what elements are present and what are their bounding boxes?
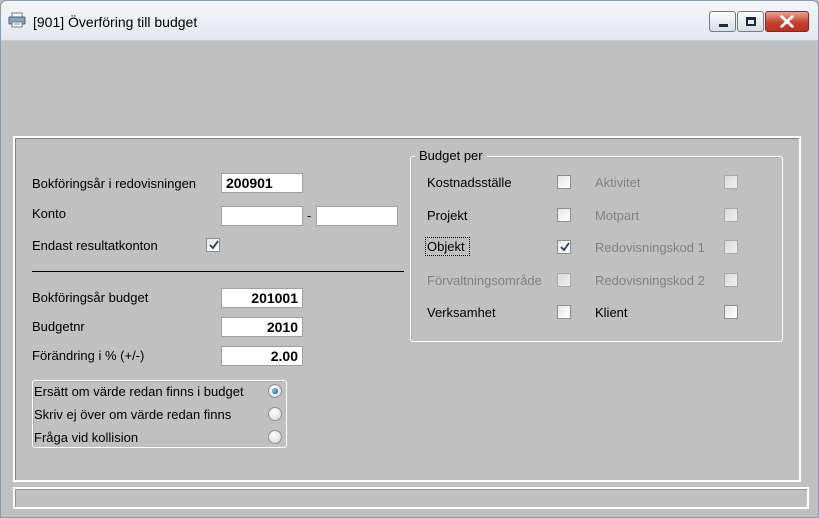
forandring-input[interactable]: 2.00 — [221, 346, 303, 366]
projekt-label: Projekt — [427, 208, 468, 223]
objekt-focus-outline — [425, 237, 470, 256]
motpart-label: Motpart — [595, 208, 640, 223]
maximize-button[interactable] — [737, 11, 764, 32]
close-button[interactable] — [765, 11, 809, 32]
konto-from-input[interactable] — [221, 206, 303, 226]
konto-separator: - — [307, 208, 312, 223]
budget-year-input[interactable]: 201001 — [221, 288, 303, 308]
window: [901] Överföring till budget Bokföringså… — [0, 0, 819, 518]
budget-year-label: Bokföringsår budget — [32, 290, 149, 305]
printer-app-icon — [8, 12, 26, 28]
objekt-checkbox[interactable] — [557, 240, 571, 254]
endast-resultatkonton-checkbox[interactable] — [206, 238, 220, 252]
option-ask-label: Fråga vid kollision — [34, 430, 139, 445]
redovisningskod1-label: Redovisningskod 1 — [595, 240, 705, 255]
redovisningskod1-checkbox[interactable] — [724, 240, 738, 254]
option-replace-radio[interactable] — [268, 384, 282, 398]
window-controls — [708, 11, 809, 33]
checkmark-icon — [560, 242, 570, 252]
redovisningskod2-checkbox[interactable] — [724, 273, 738, 287]
projekt-checkbox[interactable] — [557, 208, 571, 222]
budgetnr-input[interactable]: 2010 — [221, 317, 303, 337]
budgetnr-label: Budgetnr — [32, 319, 85, 334]
bokforingsar-label: Bokföringsår i redovisningen — [32, 176, 197, 191]
option-ask-radio[interactable] — [268, 430, 282, 444]
close-icon — [780, 15, 794, 28]
budget-per-title: Budget per — [415, 148, 487, 163]
kostnadsstalle-label: Kostnadsställe — [427, 175, 512, 190]
verksamhet-checkbox[interactable] — [557, 305, 571, 319]
aktivitet-label: Aktivitet — [595, 175, 641, 190]
forvaltningsomrade-checkbox[interactable] — [557, 273, 571, 287]
forandring-label: Förändring i % (+/-) — [32, 348, 145, 363]
option-no-overwrite-label: Skriv ej över om värde redan finns — [34, 407, 232, 422]
window-title: [901] Överföring till budget — [33, 14, 198, 30]
option-no-overwrite-radio[interactable] — [268, 407, 282, 421]
maximize-icon — [746, 17, 756, 26]
title-bar[interactable]: [901] Överföring till budget — [1, 1, 818, 41]
checkmark-icon — [209, 240, 219, 250]
bokforingsar-input[interactable]: 200901 — [221, 173, 303, 193]
motpart-checkbox[interactable] — [724, 208, 738, 222]
aktivitet-checkbox[interactable] — [724, 175, 738, 189]
konto-to-input[interactable] — [316, 206, 398, 226]
klient-checkbox[interactable] — [724, 305, 738, 319]
status-bar — [13, 487, 809, 509]
kostnadsstalle-checkbox[interactable] — [557, 175, 571, 189]
toolbar-area — [1, 41, 818, 135]
redovisningskod2-label: Redovisningskod 2 — [595, 273, 705, 288]
forvaltningsomrade-label: Förvaltningsområde — [427, 273, 542, 288]
minimize-button[interactable] — [709, 11, 736, 32]
separator-line — [32, 271, 404, 272]
option-replace-label: Ersätt om värde redan finns i budget — [34, 384, 244, 399]
konto-label: Konto — [32, 206, 66, 221]
endast-resultatkonton-label: Endast resultatkonton — [32, 238, 158, 253]
minimize-icon — [719, 24, 728, 27]
klient-label: Klient — [595, 305, 628, 320]
verksamhet-label: Verksamhet — [427, 305, 496, 320]
